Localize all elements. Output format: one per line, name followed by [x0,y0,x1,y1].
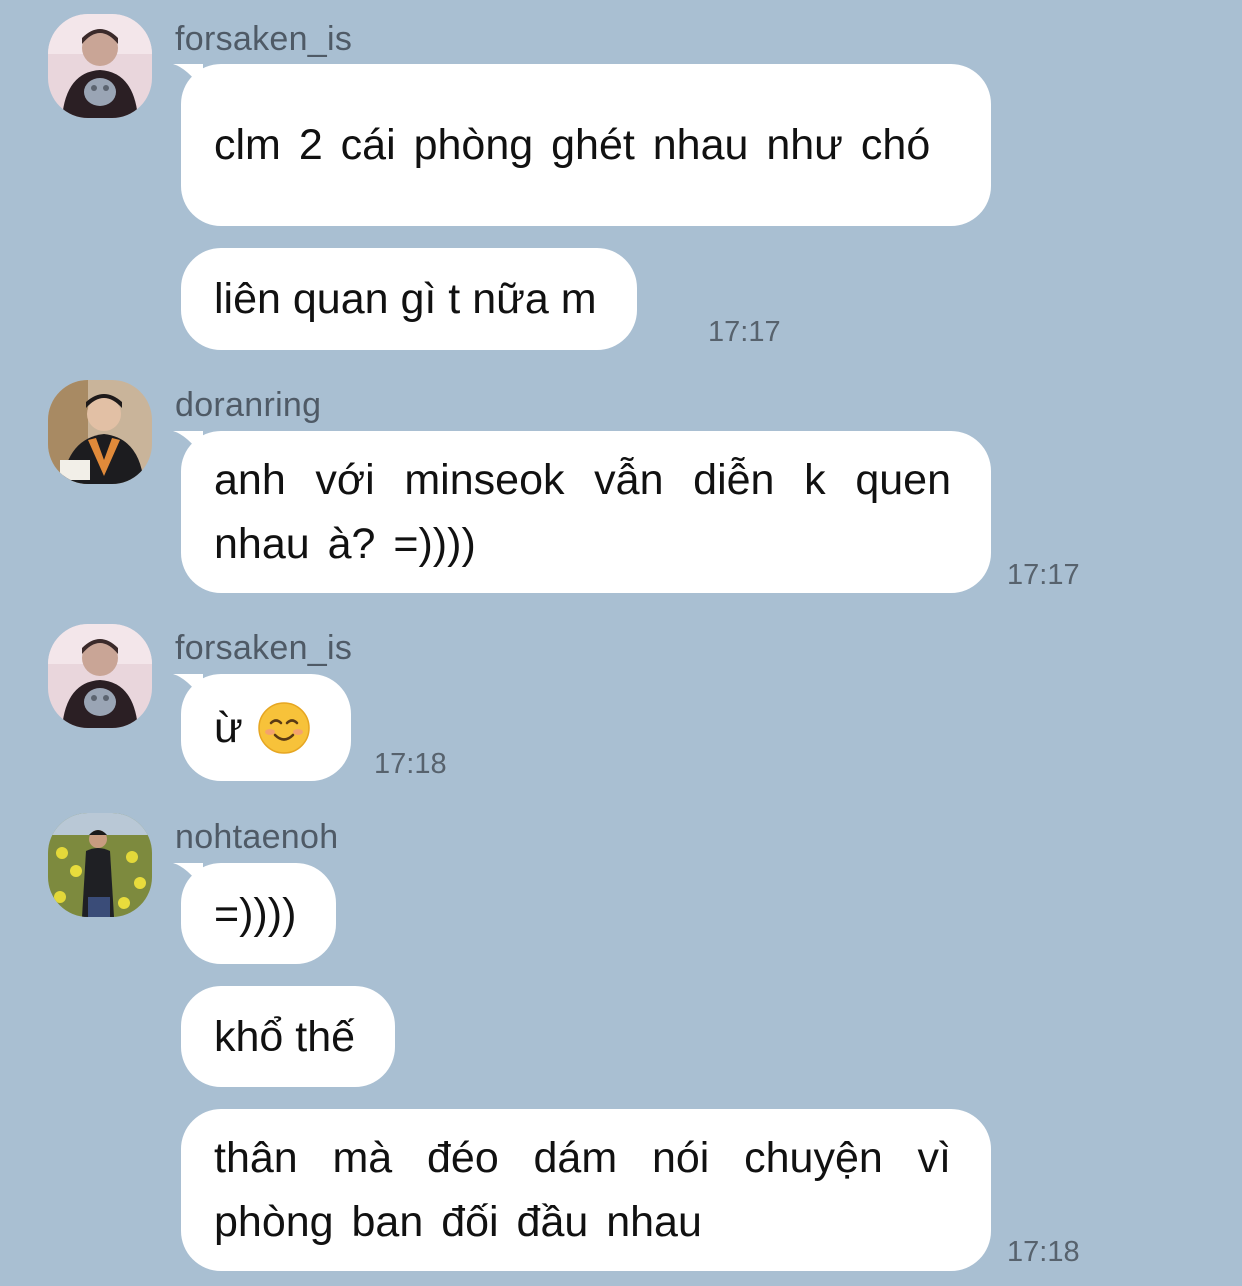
message-timestamp: 17:17 [708,316,781,348]
message-bubble[interactable]: khổ thế [181,986,396,1087]
message-text: =)))) [214,889,297,938]
sender-name: forsaken_is [175,20,353,58]
avatar-photo-icon [48,624,152,728]
message-text: anh với minseok vẫn diễn k quen nhau à? … [214,456,951,568]
avatar-photo-icon [48,14,152,118]
message-bubble[interactable]: ừ [173,674,351,781]
message-timestamp: 17:18 [1007,1236,1080,1268]
bubble-tail [173,863,203,889]
message-text: thân mà đéo dám nói chuyện vì phòng ban … [214,1134,951,1246]
message-text: clm 2 cái phòng ghét nhau như chó [214,121,931,169]
message-bubble[interactable]: liên quan gì t nữa m [181,248,637,350]
message-bubble[interactable]: thân mà đéo dám nói chuyện vì phòng ban … [181,1109,991,1271]
avatar-photo-icon [48,380,152,484]
avatar-forsaken-is[interactable] [48,14,152,118]
bubble-tail [173,674,203,700]
message-timestamp: 17:17 [1007,559,1080,591]
message-text: khổ thế [214,1012,356,1061]
smiling-face-icon [258,701,310,754]
bubble-tail [173,431,203,457]
avatar-forsaken-is[interactable] [48,624,152,728]
bubble-tail [173,64,203,90]
message-bubble[interactable]: clm 2 cái phòng ghét nhau như chó [173,64,991,226]
avatar-photo-icon [48,813,152,917]
sender-name: doranring [175,386,322,424]
sender-name: nohtaenoh [175,818,339,856]
message-bubble[interactable]: =)))) [173,863,337,964]
message-text: ừ [214,703,243,752]
message-timestamp: 17:18 [374,748,447,780]
avatar-nohtaenoh[interactable] [48,813,152,917]
sender-name: forsaken_is [175,629,353,667]
message-text: liên quan gì t nữa m [214,275,597,323]
avatar-doranring[interactable] [48,380,152,484]
message-bubble[interactable]: anh với minseok vẫn diễn k quen nhau à? … [173,431,991,593]
